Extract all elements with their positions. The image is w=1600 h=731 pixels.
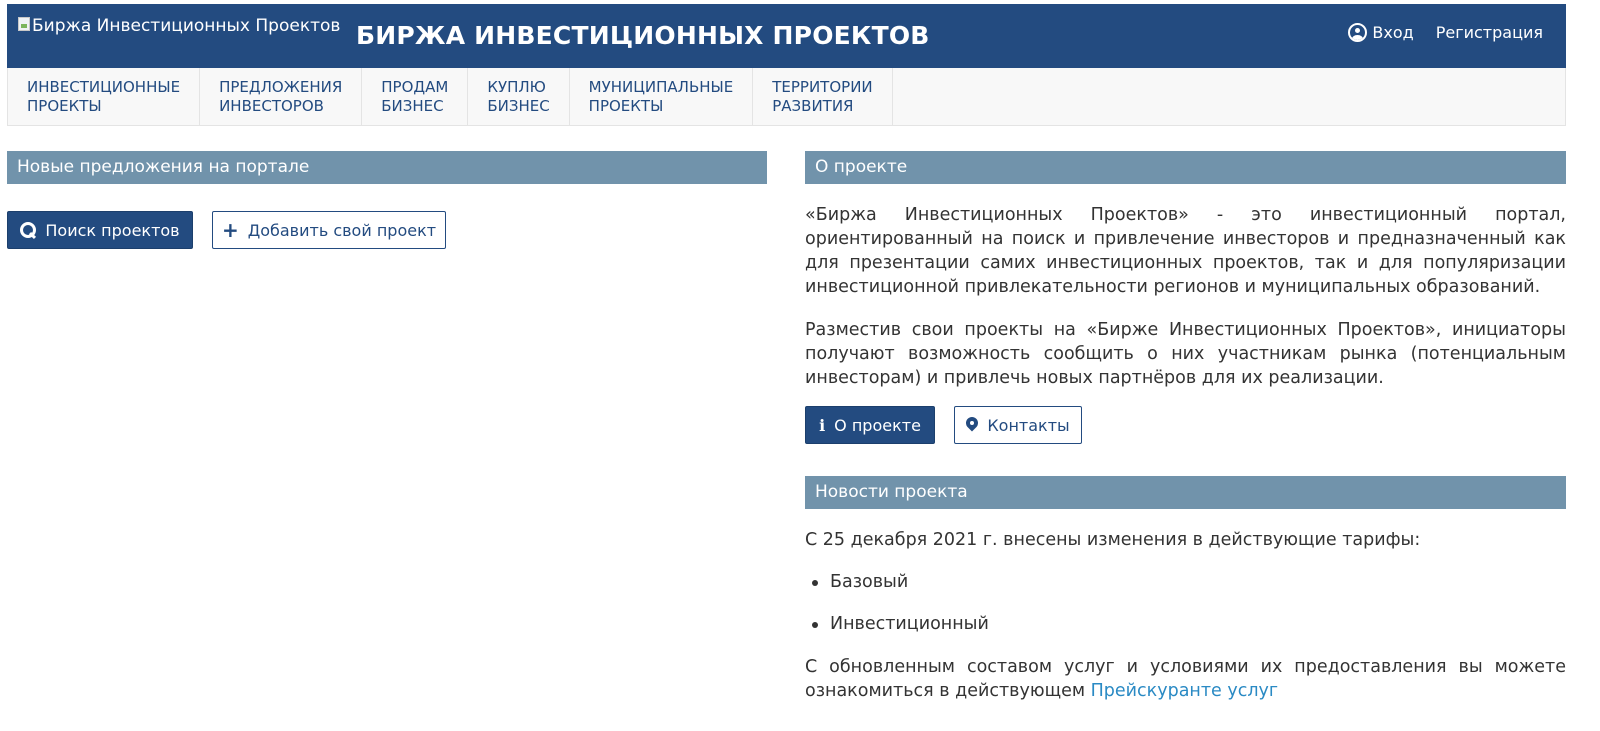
nav-item-line: РАЗВИТИЯ [772, 97, 854, 115]
price-list-link[interactable]: Прейскуранте услуг [1091, 681, 1278, 701]
login-link[interactable]: Вход [1348, 23, 1414, 42]
main-nav: ИНВЕСТИЦИОННЫЕ ПРОЕКТЫ ПРЕДЛОЖЕНИЯ ИНВЕС… [7, 68, 1566, 126]
nav-item-investment-projects[interactable]: ИНВЕСТИЦИОННЫЕ ПРОЕКТЫ [8, 68, 201, 125]
nav-item-line: ПРОЕКТЫ [588, 97, 664, 115]
new-offers-header: Новые предложения на портале [7, 151, 767, 184]
nav-item-line: ИНВЕСТОРОВ [219, 97, 324, 115]
nav-item-development-territories[interactable]: ТЕРРИТОРИИ РАЗВИТИЯ [753, 68, 893, 125]
plus-icon: + [221, 218, 239, 242]
site-title[interactable]: БИРЖА ИНВЕСТИЦИОННЫХ ПРОЕКТОВ [356, 21, 930, 50]
search-icon [20, 222, 37, 238]
add-project-button[interactable]: + Добавить свой проект [212, 211, 446, 249]
nav-item-line: ТЕРРИТОРИИ [772, 78, 873, 96]
register-link[interactable]: Регистрация [1436, 23, 1543, 42]
user-circle-icon [1348, 23, 1368, 42]
news-header: Новости проекта [805, 476, 1566, 509]
nav-item-municipal-projects[interactable]: МУНИЦИПАЛЬНЫЕ ПРОЕКТЫ [570, 68, 754, 125]
auth-links: Вход Регистрация [1348, 23, 1543, 42]
about-button-label: О проекте [834, 415, 921, 435]
nav-item-sell-business[interactable]: ПРОДАМ БИЗНЕС [362, 68, 469, 125]
nav-item-investor-offers[interactable]: ПРЕДЛОЖЕНИЯ ИНВЕСТОРОВ [200, 68, 363, 125]
nav-item-line: ИНВЕСТИЦИОННЫЕ [27, 78, 181, 96]
news-outro: С обновленным составом услуг и условиями… [805, 655, 1566, 703]
news-intro: С 25 декабря 2021 г. внесены изменения в… [805, 530, 1421, 550]
broken-image-icon [18, 17, 30, 31]
nav-item-line: ПРЕДЛОЖЕНИЯ [219, 78, 343, 96]
logo-alt-text: Биржа Инвестиционных Проектов [32, 16, 341, 36]
nav-item-buy-business[interactable]: КУПЛЮ БИЗНЕС [468, 68, 570, 125]
nav-item-line: БИЗНЕС [381, 97, 444, 115]
contacts-button[interactable]: Контакты [954, 406, 1082, 444]
nav-item-line: ПРОЕКТЫ [27, 97, 102, 115]
login-label: Вход [1372, 23, 1414, 42]
nav-item-line: ПРОДАМ [381, 78, 449, 96]
map-pin-icon [966, 417, 978, 434]
list-item: Базовый [812, 570, 989, 612]
search-projects-button[interactable]: Поиск проектов [7, 211, 193, 249]
about-header: О проекте [805, 151, 1566, 184]
nav-item-line: БИЗНЕС [487, 97, 550, 115]
contacts-button-label: Контакты [987, 415, 1070, 435]
list-item: Инвестиционный [812, 612, 989, 654]
about-paragraph-1: «Биржа Инвестиционных Проектов» - это ин… [805, 205, 1566, 297]
info-icon: i [819, 415, 826, 435]
site-header: Биржа Инвестиционных Проектов БИРЖА ИНВЕ… [7, 4, 1566, 68]
add-project-label: Добавить свой проект [247, 220, 437, 240]
site-logo[interactable]: Биржа Инвестиционных Проектов [18, 16, 340, 36]
about-button[interactable]: i О проекте [805, 406, 935, 444]
nav-item-line: МУНИЦИПАЛЬНЫЕ [588, 78, 734, 96]
about-paragraph-2: Разместив свои проекты на «Бирже Инвести… [805, 320, 1566, 388]
tariff-list: Базовый Инвестиционный [812, 570, 989, 654]
search-projects-label: Поиск проектов [45, 220, 180, 240]
nav-item-line: КУПЛЮ [487, 78, 546, 96]
